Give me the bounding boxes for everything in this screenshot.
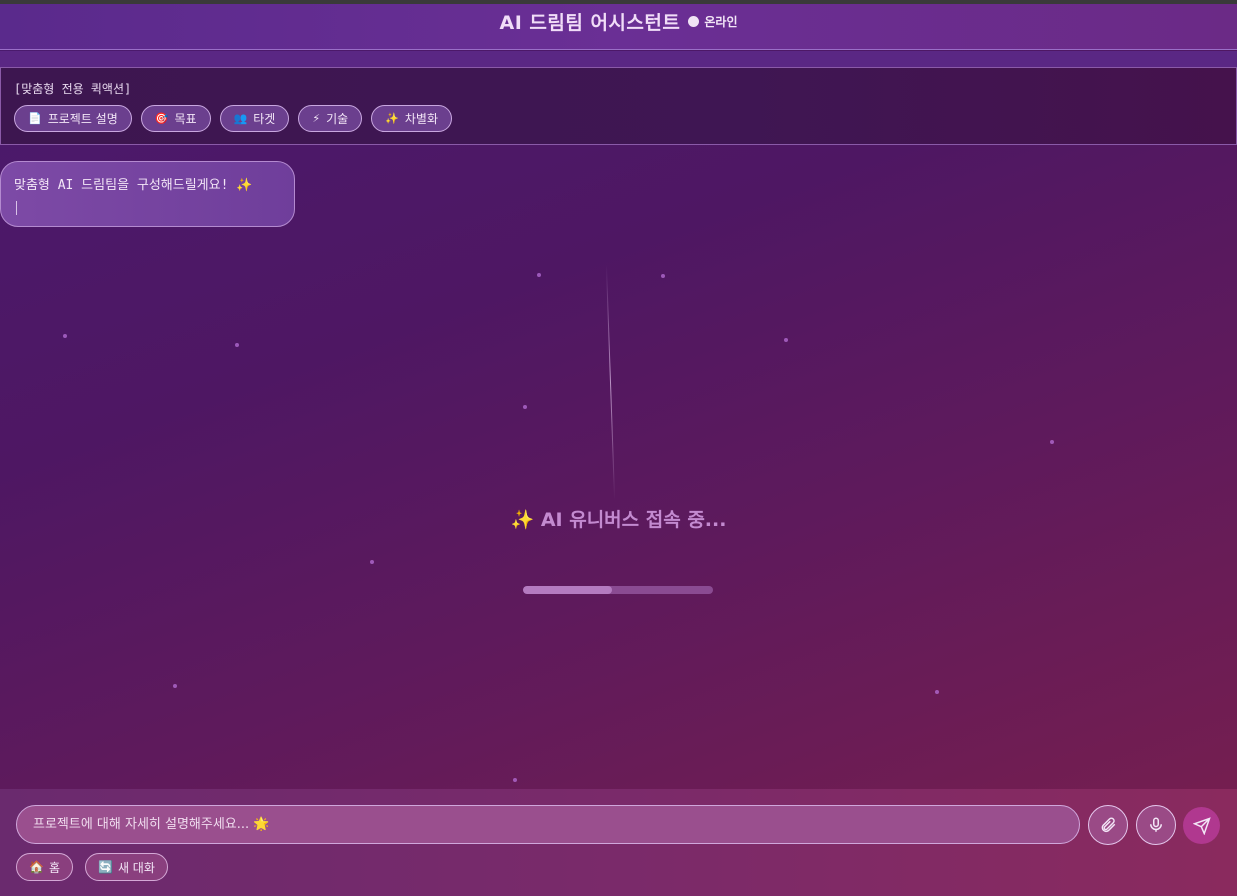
online-status: 온라인 bbox=[688, 13, 737, 30]
home-button[interactable]: 🏠 홈 bbox=[16, 853, 73, 881]
loading-progress-bar bbox=[523, 586, 713, 594]
app-header: AI 드림팀 어시스턴트 온라인 bbox=[0, 4, 1237, 50]
bot-message-text: 맞춤형 AI 드림팀을 구성해드릴게요! ✨ bbox=[14, 178, 253, 193]
loading-progress-fill bbox=[523, 586, 613, 594]
light-ray-decoration bbox=[605, 265, 616, 500]
message-input[interactable] bbox=[33, 806, 1079, 843]
quick-action-target[interactable]: 👥 타겟 bbox=[219, 105, 290, 132]
star-decoration bbox=[173, 684, 177, 688]
quick-action-project-description[interactable]: 📄 프로젝트 설명 bbox=[14, 105, 132, 132]
star-decoration bbox=[661, 274, 665, 278]
send-icon bbox=[1192, 816, 1211, 835]
message-input-container bbox=[16, 805, 1080, 844]
quick-action-label: 타겟 bbox=[253, 112, 276, 126]
home-label: 홈 bbox=[48, 860, 60, 875]
app-title: AI 드림팀 어시스턴트 bbox=[499, 12, 681, 34]
new-chat-label: 새 대화 bbox=[117, 860, 155, 875]
star-decoration bbox=[537, 273, 541, 277]
microphone-icon bbox=[1150, 817, 1162, 832]
quick-action-label: 목표 bbox=[174, 112, 197, 126]
quick-action-tech[interactable]: ⚡ 기술 bbox=[298, 105, 363, 132]
home-icon: 🏠 bbox=[29, 860, 44, 874]
voice-button[interactable] bbox=[1136, 805, 1176, 845]
quick-actions-list: 📄 프로젝트 설명 🎯 목표 👥 타겟 ⚡ 기술 ✨ 차별화 bbox=[14, 105, 1223, 132]
quick-actions-title: [맞춤형 전용 퀵액션] bbox=[14, 82, 132, 96]
lightning-icon: ⚡ bbox=[312, 112, 321, 125]
star-decoration bbox=[235, 343, 239, 347]
sparkles-icon: ✨ bbox=[385, 112, 399, 125]
status-label: 온라인 bbox=[704, 15, 738, 29]
refresh-icon: 🔄 bbox=[98, 860, 113, 874]
quick-action-label: 기술 bbox=[326, 112, 349, 126]
star-decoration bbox=[1050, 440, 1054, 444]
star-decoration bbox=[513, 778, 517, 782]
new-chat-button[interactable]: 🔄 새 대화 bbox=[85, 853, 168, 881]
star-decoration bbox=[63, 334, 67, 338]
quick-action-goal[interactable]: 🎯 목표 bbox=[140, 105, 211, 132]
paperclip-icon bbox=[1101, 817, 1116, 833]
quick-action-label: 프로젝트 설명 bbox=[47, 112, 118, 126]
send-button[interactable] bbox=[1183, 807, 1220, 844]
quick-action-differentiation[interactable]: ✨ 차별화 bbox=[371, 105, 453, 132]
header-divider bbox=[0, 51, 1237, 67]
star-decoration bbox=[784, 338, 788, 342]
status-dot-icon bbox=[688, 16, 700, 27]
attach-button[interactable] bbox=[1088, 805, 1128, 845]
star-decoration bbox=[935, 690, 939, 694]
memo-icon: 📄 bbox=[28, 112, 42, 125]
people-icon: 👥 bbox=[233, 112, 248, 125]
star-decoration bbox=[523, 405, 527, 409]
quick-action-label: 차별화 bbox=[404, 112, 439, 126]
target-icon: 🎯 bbox=[154, 112, 169, 125]
star-decoration bbox=[370, 560, 374, 564]
typing-caret bbox=[16, 201, 17, 215]
bot-message-bubble: 맞춤형 AI 드림팀을 구성해드릴게요! ✨ bbox=[0, 161, 295, 227]
quick-actions-panel: [맞춤형 전용 퀵액션] 📄 프로젝트 설명 🎯 목표 👥 타겟 ⚡ 기술 ✨ … bbox=[0, 67, 1237, 145]
loading-text: ✨ AI 유니버스 접속 중... bbox=[510, 509, 727, 531]
